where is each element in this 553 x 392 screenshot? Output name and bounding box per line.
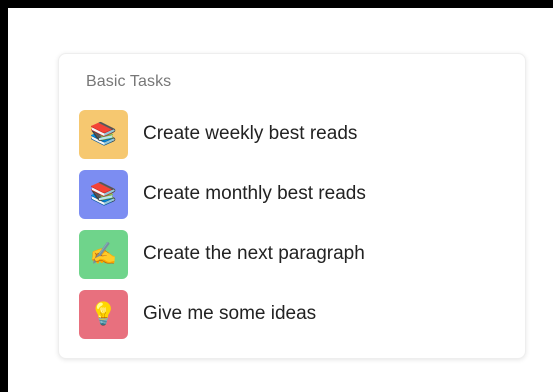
screen-frame: Basic Tasks 📚 Create weekly best reads 📚… — [8, 8, 553, 392]
task-create-weekly-best-reads[interactable]: 📚 Create weekly best reads — [79, 109, 509, 159]
writing-hand-icon: ✍️ — [79, 229, 128, 279]
task-label: Create weekly best reads — [143, 123, 358, 144]
panel-title: Basic Tasks — [86, 73, 172, 90]
books-icon: 📚 — [79, 109, 128, 159]
light-bulb-icon: 💡 — [79, 289, 128, 339]
task-label: Create monthly best reads — [143, 183, 366, 204]
task-create-next-paragraph[interactable]: ✍️ Create the next paragraph — [79, 229, 509, 279]
task-give-me-some-ideas[interactable]: 💡 Give me some ideas — [79, 289, 509, 339]
task-label: Give me some ideas — [143, 303, 317, 324]
task-label: Create the next paragraph — [143, 243, 365, 264]
basic-tasks-panel: Basic Tasks 📚 Create weekly best reads 📚… — [58, 53, 526, 359]
books-icon: 📚 — [79, 169, 128, 219]
task-create-monthly-best-reads[interactable]: 📚 Create monthly best reads — [79, 169, 509, 219]
